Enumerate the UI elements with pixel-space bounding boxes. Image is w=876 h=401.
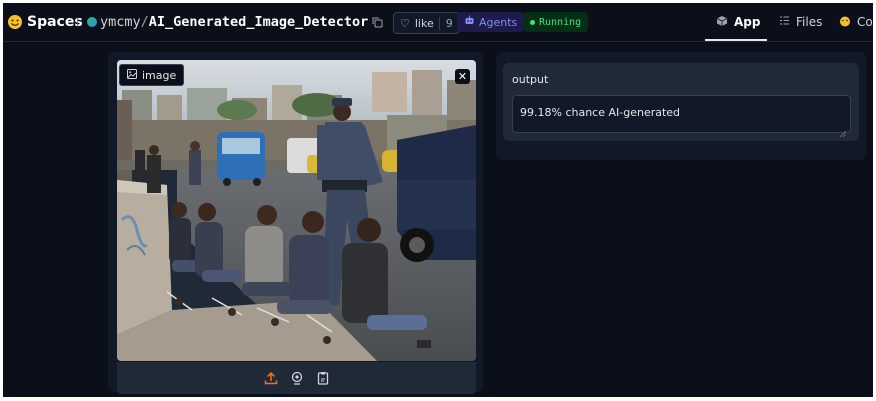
resize-handle-icon[interactable] xyxy=(839,122,847,141)
community-icon xyxy=(839,15,851,30)
image-source-toolbar xyxy=(117,362,476,394)
upload-icon[interactable] xyxy=(263,370,279,386)
spaces-link[interactable]: Spaces xyxy=(27,3,83,41)
uploaded-image[interactable] xyxy=(117,60,476,361)
heart-icon: ♡ xyxy=(400,16,410,30)
status-dot-icon xyxy=(530,19,535,25)
like-button[interactable]: ♡ like 9 xyxy=(393,12,460,34)
clear-image-button[interactable]: ✕ xyxy=(455,69,470,84)
tab-community-label: Co xyxy=(857,15,873,29)
status-label: Running xyxy=(539,16,582,28)
repo-owner-link[interactable]: ymcmy xyxy=(100,14,141,30)
image-icon xyxy=(127,68,137,82)
image-component-label: image xyxy=(119,64,185,86)
robot-icon xyxy=(464,15,475,29)
repo-path: ymcmy / AI_Generated_Image_Detector xyxy=(100,3,368,41)
clipboard-icon[interactable] xyxy=(315,370,331,386)
close-icon: ✕ xyxy=(457,70,468,83)
cube-icon xyxy=(716,15,728,30)
tab-app-label: App xyxy=(734,15,761,29)
tab-app[interactable]: App xyxy=(716,3,760,41)
webcam-icon[interactable] xyxy=(289,370,305,386)
files-icon xyxy=(779,15,790,29)
agents-button[interactable]: Agents xyxy=(457,12,525,32)
divider: | xyxy=(76,16,80,28)
huggingface-logo-icon[interactable] xyxy=(7,3,23,41)
status-badge: Running xyxy=(523,12,589,32)
active-tab-indicator xyxy=(705,39,767,41)
like-count: 9 xyxy=(438,16,453,30)
owner-avatar[interactable] xyxy=(87,17,97,27)
tab-files[interactable]: Files xyxy=(779,3,822,41)
top-header: Spaces | ymcmy / AI_Generated_Image_Detect… xyxy=(3,3,873,42)
image-label-text: image xyxy=(142,68,177,82)
copy-icon[interactable] xyxy=(372,3,383,41)
tab-community[interactable]: Co xyxy=(839,3,873,41)
output-value: 99.18% chance AI-generated xyxy=(520,106,681,119)
agents-label: Agents xyxy=(479,15,518,29)
repo-slash: / xyxy=(140,14,149,30)
repo-name-link[interactable]: AI_Generated_Image_Detector xyxy=(149,14,368,30)
tab-files-label: Files xyxy=(796,15,823,29)
like-label: like xyxy=(414,16,434,30)
street-scene-illustration xyxy=(117,60,476,361)
output-label: output xyxy=(512,73,549,86)
